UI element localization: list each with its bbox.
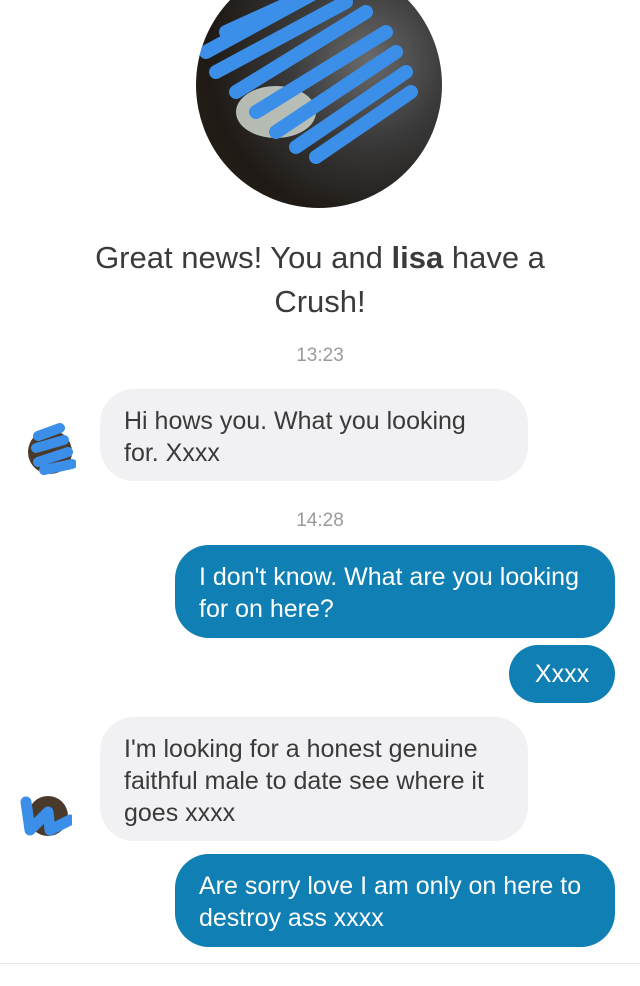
outgoing-message[interactable]: I don't know. What are you looking for o…	[175, 545, 615, 638]
contact-avatar[interactable]	[20, 782, 72, 840]
incoming-message[interactable]: Hi hows you. What you looking for. Xxxx	[100, 389, 528, 481]
outgoing-message[interactable]: Xxxx	[509, 645, 615, 703]
outgoing-message[interactable]: Are sorry love I am only on here to dest…	[175, 854, 615, 947]
timestamp: 13:23	[296, 345, 344, 366]
profile-avatar[interactable]	[196, 0, 442, 208]
match-name: lisa	[391, 240, 444, 275]
divider	[0, 963, 640, 964]
timestamp: 14:28	[296, 510, 344, 531]
redaction-scribble	[199, 0, 418, 164]
match-headline: Great news! You and lisa have a Crush!	[95, 240, 545, 319]
incoming-message[interactable]: I'm looking for a honest genuine faithfu…	[100, 717, 528, 841]
contact-avatar[interactable]	[24, 418, 76, 476]
